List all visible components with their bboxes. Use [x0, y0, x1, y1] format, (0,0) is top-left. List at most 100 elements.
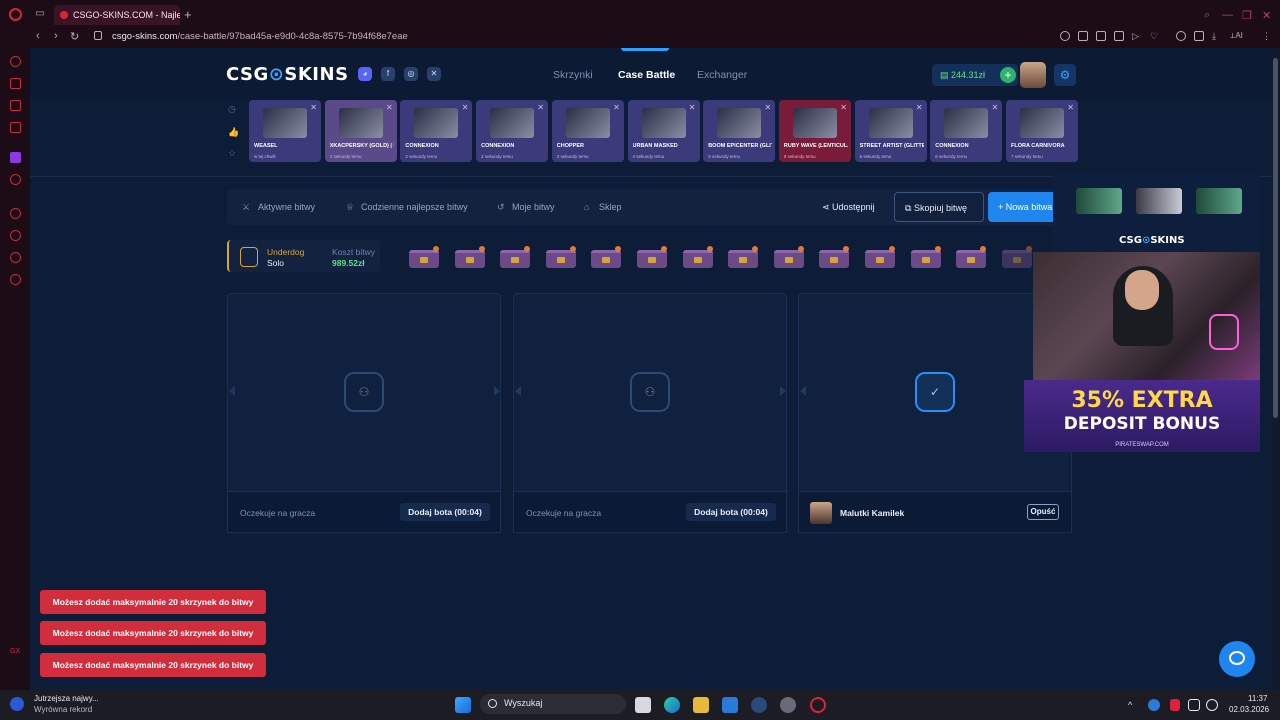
live-drop-item[interactable]: ✕ BOOM EPICENTER (GLITTER) 5 sekundy temu [703, 100, 776, 162]
battle-case-icon[interactable] [956, 246, 987, 268]
tray-volume-icon[interactable] [1206, 699, 1218, 711]
recent-drops-clock-icon[interactable]: ◷ [228, 104, 238, 114]
reload-button[interactable]: ↻ [70, 30, 79, 43]
sidebar-crypto-icon[interactable] [10, 78, 21, 89]
battle-case-icon[interactable] [1001, 246, 1032, 268]
new-tab-button[interactable]: + [184, 7, 192, 22]
sidebar-clock-icon[interactable] [10, 230, 21, 241]
file-explorer-icon[interactable] [693, 697, 709, 713]
store-icon[interactable] [722, 697, 738, 713]
live-drop-item[interactable]: ✕ XKACPERSKY (GOLD) | BUDAPEST 2025 1 seku… [324, 100, 397, 162]
edge-icon[interactable] [664, 697, 680, 713]
address-bar[interactable]: csgo-skins.com/case-battle/97bad45a-e9d0… [112, 31, 408, 42]
menu-my-battles[interactable]: Moje bitwy [512, 202, 555, 212]
tray-chevron-icon[interactable]: ^ [1128, 700, 1132, 710]
copy-battle-button[interactable]: ⧉ Skopiuj bitwę [894, 192, 984, 222]
error-toast[interactable]: Możesz dodać maksymalnie 20 skrzynek do … [40, 590, 266, 614]
balance-display[interactable]: ▤ 244.31zł + [932, 64, 1018, 86]
live-drop-item[interactable]: ✕ CONNEXION 2 sekundy temu [400, 100, 473, 162]
menu-icon[interactable]: ⋮ [1262, 31, 1272, 41]
nav-cases[interactable]: Skrzynki [553, 69, 593, 81]
discord-icon[interactable]: ◕ [358, 67, 372, 81]
clock-time[interactable]: 11:37 [1248, 694, 1267, 703]
tray-network-icon[interactable] [1188, 699, 1200, 711]
nav-exchanger[interactable]: Exchanger [697, 69, 747, 81]
zoom-icon[interactable] [1060, 31, 1070, 41]
battle-case-icon[interactable] [500, 246, 531, 268]
taskbar-search[interactable]: Wyszukaj [480, 694, 626, 714]
sidebar-aria-icon[interactable] [10, 56, 21, 67]
windows-start-icon[interactable] [455, 697, 471, 713]
battle-case-icon[interactable] [454, 246, 485, 268]
extensions-icon[interactable] [1176, 31, 1186, 41]
live-chat-button[interactable] [1219, 641, 1255, 677]
sidebar-messenger-icon[interactable] [10, 100, 21, 111]
battle-case-icon[interactable] [545, 246, 576, 268]
tray-mic-icon[interactable] [1170, 699, 1180, 711]
facebook-icon[interactable]: f [381, 67, 395, 81]
live-drop-item[interactable]: ✕ CONNEXION 2 sekundy temu [476, 100, 549, 162]
snapshot-icon[interactable] [1096, 31, 1106, 41]
battle-case-icon[interactable] [591, 246, 622, 268]
battle-case-icon[interactable] [682, 246, 713, 268]
sidebar-cube-icon[interactable] [10, 252, 21, 263]
add-bot-button[interactable]: Dodaj bota (00:04) [400, 503, 490, 521]
error-toast[interactable]: Możesz dodać maksymalnie 20 skrzynek do … [40, 653, 266, 677]
heart-icon[interactable]: ♡ [1150, 31, 1160, 41]
close-button[interactable]: ✕ [1262, 9, 1271, 22]
battle-case-icon[interactable] [728, 246, 759, 268]
bookmark-icon[interactable] [1078, 31, 1088, 41]
live-drop-item[interactable]: ✕ URBAN MASKED 4 sekundy temu [627, 100, 700, 162]
battle-case-icon[interactable] [819, 246, 850, 268]
download-page-icon[interactable] [1114, 31, 1124, 41]
sidebar-whatsapp-icon[interactable] [10, 122, 21, 133]
top-drops-thumb-icon[interactable]: 👍 [228, 127, 239, 137]
clock-date[interactable]: 02.03.2026 [1229, 705, 1269, 714]
scrollbar[interactable] [1272, 48, 1280, 690]
menu-shop[interactable]: Sklep [599, 202, 622, 212]
share-button[interactable]: ⋖ Udostępnij [822, 202, 875, 213]
notification-icon[interactable] [10, 697, 24, 711]
menu-active-battles[interactable]: Aktywne bitwy [258, 202, 315, 212]
live-drop-item[interactable]: ✕ CHOPPER 3 sekundy temu [551, 100, 624, 162]
battle-case-icon[interactable] [865, 246, 895, 268]
new-battle-button[interactable]: + Nowa bitwa [988, 192, 1060, 222]
steam-icon[interactable] [751, 697, 767, 713]
downloads-icon[interactable]: ⤓ [1212, 31, 1222, 41]
instagram-icon[interactable]: ◎ [404, 67, 418, 81]
battle-case-icon[interactable] [773, 246, 804, 268]
sidebar-music-icon[interactable] [10, 174, 21, 185]
settings-gear-icon[interactable]: ⚙ [1054, 64, 1076, 86]
back-button[interactable]: ‹ [36, 30, 40, 42]
sidebar-settings-icon[interactable] [10, 274, 21, 285]
error-toast[interactable]: Możesz dodać maksymalnie 20 skrzynek do … [40, 621, 266, 645]
profile-icon[interactable] [1194, 31, 1204, 41]
battle-case-icon[interactable] [637, 246, 667, 268]
minimize-button[interactable]: — [1222, 9, 1233, 21]
notification-title[interactable]: Jutrzejsza najwy... [34, 694, 99, 703]
live-drop-item[interactable]: ✕ WEASEL w tej chwili [249, 100, 321, 162]
menu-daily-best[interactable]: Codzienne najlepsze bitwy [361, 202, 468, 212]
deposit-button[interactable]: + [1000, 67, 1016, 83]
nav-case-battle[interactable]: Case Battle [618, 69, 675, 81]
add-bot-button[interactable]: Dodaj bota (00:04) [686, 503, 776, 521]
battle-case-icon[interactable] [910, 246, 941, 268]
app-icon[interactable] [780, 697, 796, 713]
play-icon[interactable]: ▷ [1132, 31, 1142, 41]
ai-icon[interactable]: ⟂AI [1230, 31, 1252, 41]
scrollbar-thumb[interactable] [1273, 58, 1278, 418]
forward-button[interactable]: › [54, 30, 58, 42]
favorite-drops-star-icon[interactable]: ☆ [228, 148, 238, 158]
task-view-icon[interactable] [635, 697, 651, 713]
opera-gx-taskbar-icon[interactable] [810, 697, 826, 713]
leave-button[interactable]: Opuść [1027, 504, 1059, 520]
x-twitter-icon[interactable]: ✕ [427, 67, 441, 81]
opera-logo-icon[interactable] [9, 8, 22, 21]
user-avatar[interactable] [1020, 62, 1046, 88]
battle-case-icon[interactable] [409, 246, 439, 268]
live-drop-item[interactable]: ✕ CONNEXION 6 sekundy temu [930, 100, 1003, 162]
tab-active[interactable]: CSGO-SKINS.COM - Najle [54, 5, 180, 25]
live-drop-item[interactable]: ✕ FLORA CARNIVORA 7 sekundy temu [1006, 100, 1078, 162]
site-logo[interactable]: CSG⊙SKINS [226, 64, 349, 85]
tab-switcher-icon[interactable]: ▭ [34, 8, 46, 20]
